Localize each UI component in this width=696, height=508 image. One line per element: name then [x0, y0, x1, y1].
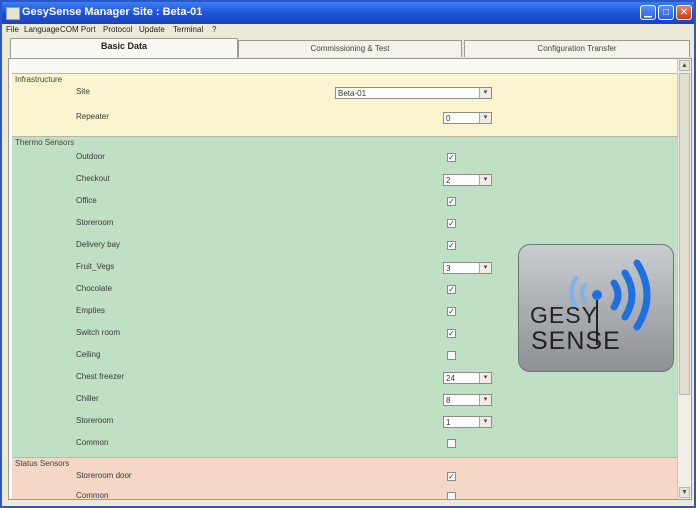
sensor-checkbox[interactable]: ✓	[447, 241, 456, 250]
sensor-label: Outdoor	[76, 152, 105, 161]
dropdown-icon[interactable]: ▾	[479, 263, 491, 273]
sensor-checkbox[interactable]: ✓	[447, 307, 456, 316]
scroll-down-icon[interactable]: ▼	[679, 487, 690, 498]
sensor-label: Storeroom	[76, 218, 114, 227]
checkmark-icon: ✓	[448, 285, 455, 294]
status-sensors-section: Status Sensors Storeroom door ✓ Common	[12, 457, 679, 500]
window-title: GesySense Manager Site : Beta-01	[22, 6, 203, 18]
repeater-label: Repeater	[76, 112, 109, 121]
checkmark-icon: ✓	[448, 153, 455, 162]
sensor-label: Chocolate	[76, 284, 113, 293]
sensor-label: Chest freezer	[76, 372, 125, 381]
tab-content: Infrastructure Site Beta-01 ▾ Repeater 0…	[8, 58, 692, 500]
scroll-up-icon[interactable]: ▲	[679, 60, 690, 71]
sensor-label: Delivery bay	[76, 240, 121, 249]
checkmark-icon: ✓	[448, 197, 455, 206]
thermo-sensors-section: Thermo Sensors Outdoor ✓ Checkout 2 ▾ Office ✓…	[12, 136, 679, 458]
sensor-checkbox[interactable]	[447, 351, 456, 360]
sensor-label: Storeroom	[76, 416, 114, 425]
sensor-label: Common	[76, 438, 109, 447]
sensor-checkbox[interactable]	[447, 492, 456, 499]
menu-file[interactable]: File	[6, 25, 19, 34]
section-title: Infrastructure	[15, 75, 63, 84]
sensor-checkbox[interactable]	[447, 439, 456, 448]
dropdown-icon[interactable]: ▾	[479, 88, 491, 98]
logo-text-line2: SENSE	[531, 327, 621, 355]
logo-text-line1: GESY	[530, 302, 598, 328]
sensor-select[interactable]: 2 ▾	[443, 174, 492, 186]
sensor-label: Switch room	[76, 328, 121, 337]
site-label: Site	[76, 87, 90, 96]
checkmark-icon: ✓	[448, 219, 455, 228]
scrollbar-thumb[interactable]	[679, 73, 690, 395]
section-title: Thermo Sensors	[15, 138, 75, 147]
section-title: Status Sensors	[15, 459, 70, 468]
menu-com-port[interactable]: COM Port	[60, 25, 96, 34]
sensor-checkbox[interactable]: ✓	[447, 285, 456, 294]
app-window: GesySense Manager Site : Beta-01 ▁ □ ✕ F…	[0, 0, 696, 508]
sensor-label: Fruit_Vegs	[76, 262, 115, 271]
infrastructure-section: Infrastructure Site Beta-01 ▾ Repeater 0…	[12, 73, 679, 136]
tab-strip: Basic Data Commissioning & Test Configur…	[8, 38, 692, 58]
title-bar[interactable]: GesySense Manager Site : Beta-01 ▁ □ ✕	[2, 2, 694, 24]
sensor-select[interactable]: 3 ▾	[443, 262, 492, 274]
menu-language[interactable]: Language	[24, 25, 60, 34]
dropdown-icon[interactable]: ▾	[479, 175, 491, 185]
sensor-select[interactable]: 8 ▾	[443, 394, 492, 406]
close-button[interactable]: ✕	[676, 5, 692, 20]
sensor-checkbox[interactable]: ✓	[447, 329, 456, 338]
dropdown-icon[interactable]: ▾	[479, 417, 491, 427]
checkmark-icon: ✓	[448, 241, 455, 250]
sensor-select[interactable]: 1 ▾	[443, 416, 492, 428]
site-select[interactable]: Beta-01 ▾	[335, 87, 492, 99]
tab-configuration-transfer[interactable]: Configuration Transfer	[464, 40, 690, 57]
vertical-scrollbar[interactable]: ▲ ▼	[677, 59, 691, 499]
sensor-label: Storeroom door	[76, 471, 132, 480]
repeater-select[interactable]: 0 ▾	[443, 112, 492, 124]
menu-help[interactable]: ?	[212, 25, 216, 34]
sensor-checkbox[interactable]: ✓	[447, 197, 456, 206]
checkmark-icon: ✓	[448, 329, 455, 338]
maximize-button[interactable]: □	[658, 5, 674, 20]
menu-bar: File Language COM Port Protocol Update T…	[2, 24, 694, 38]
sensor-label: Checkout	[76, 174, 110, 183]
dropdown-icon[interactable]: ▾	[479, 373, 491, 383]
gesysense-logo: GESY SENSE	[518, 244, 674, 372]
menu-terminal[interactable]: Terminal	[173, 25, 203, 34]
sensor-label: Common	[76, 491, 109, 500]
sensor-select[interactable]: 24 ▾	[443, 372, 492, 384]
menu-protocol[interactable]: Protocol	[103, 25, 132, 34]
checkmark-icon: ✓	[448, 472, 455, 481]
sensor-label: Chiller	[76, 394, 99, 403]
sensor-checkbox[interactable]: ✓	[447, 472, 456, 481]
sensor-checkbox[interactable]: ✓	[447, 219, 456, 228]
sensor-label: Office	[76, 196, 97, 205]
sensor-checkbox[interactable]: ✓	[447, 153, 456, 162]
minimize-button[interactable]: ▁	[640, 5, 656, 20]
tab-basic-data[interactable]: Basic Data	[10, 38, 238, 58]
sensor-label: Ceiling	[76, 350, 101, 359]
dropdown-icon[interactable]: ▾	[479, 395, 491, 405]
tab-commissioning-test[interactable]: Commissioning & Test	[238, 40, 462, 57]
dropdown-icon[interactable]: ▾	[479, 113, 491, 123]
app-icon	[6, 7, 20, 20]
checkmark-icon: ✓	[448, 307, 455, 316]
sensor-label: Empties	[76, 306, 105, 315]
menu-update[interactable]: Update	[139, 25, 165, 34]
